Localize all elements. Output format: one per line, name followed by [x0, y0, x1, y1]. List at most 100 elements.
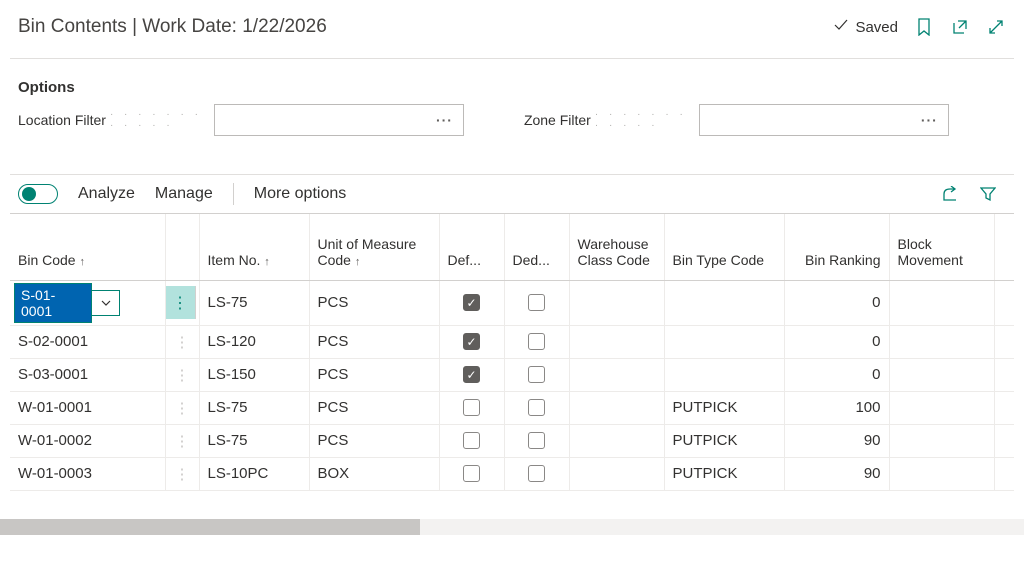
item-no-cell[interactable]: LS-120 — [199, 325, 309, 358]
warehouse-class-cell[interactable] — [569, 391, 664, 424]
checkbox[interactable] — [463, 465, 480, 482]
uom-cell[interactable]: BOX — [309, 457, 439, 490]
checkbox[interactable] — [463, 366, 480, 383]
checkbox[interactable] — [463, 432, 480, 449]
warehouse-class-cell[interactable] — [569, 424, 664, 457]
popout-icon[interactable] — [950, 17, 970, 37]
block-movement-cell[interactable] — [889, 358, 994, 391]
share-icon[interactable] — [940, 184, 960, 204]
filter-icon[interactable] — [978, 184, 998, 204]
expand-icon[interactable] — [986, 17, 1006, 37]
warehouse-class-cell[interactable] — [569, 358, 664, 391]
dedicated-checkbox[interactable] — [504, 358, 569, 391]
horizontal-scrollbar[interactable] — [0, 519, 1024, 535]
end-cell[interactable] — [994, 424, 1014, 457]
edit-toggle[interactable] — [18, 184, 58, 204]
uom-cell[interactable]: PCS — [309, 424, 439, 457]
checkbox[interactable] — [528, 366, 545, 383]
bin-type-cell[interactable]: PUTPICK — [664, 424, 784, 457]
bin-code-cell[interactable]: W-01-0003 — [10, 457, 165, 490]
bin-code-cell[interactable]: W-01-0001 — [10, 391, 165, 424]
col-uom[interactable]: Unit of Measure Code ↑ — [309, 214, 439, 280]
block-movement-cell[interactable] — [889, 457, 994, 490]
end-cell[interactable] — [994, 391, 1014, 424]
item-no-cell[interactable]: LS-150 — [199, 358, 309, 391]
default-checkbox[interactable] — [439, 424, 504, 457]
warehouse-class-cell[interactable] — [569, 457, 664, 490]
bin-type-cell[interactable] — [664, 358, 784, 391]
block-movement-cell[interactable] — [889, 280, 994, 325]
uom-cell[interactable]: PCS — [309, 358, 439, 391]
row-menu-button[interactable]: ⋮ — [166, 465, 199, 483]
bin-type-cell[interactable] — [664, 325, 784, 358]
dedicated-checkbox[interactable] — [504, 280, 569, 325]
bin-type-cell[interactable] — [664, 280, 784, 325]
default-checkbox[interactable] — [439, 325, 504, 358]
checkbox[interactable] — [528, 294, 545, 311]
warehouse-class-cell[interactable] — [569, 280, 664, 325]
col-block-movement[interactable]: Block Movement — [889, 214, 994, 280]
block-movement-cell[interactable] — [889, 391, 994, 424]
default-checkbox[interactable] — [439, 280, 504, 325]
col-default[interactable]: Def... — [439, 214, 504, 280]
row-menu-button[interactable]: ⋮ — [166, 286, 196, 319]
bin-ranking-cell[interactable]: 0 — [784, 280, 889, 325]
bin-code-cell[interactable]: W-01-0002 — [10, 424, 165, 457]
bin-type-cell[interactable]: PUTPICK — [664, 457, 784, 490]
bookmark-icon[interactable] — [914, 17, 934, 37]
table-row[interactable]: W-01-0001⋮LS-75PCSPUTPICK100 — [10, 391, 1014, 424]
scrollbar-thumb[interactable] — [0, 519, 420, 535]
uom-cell[interactable]: PCS — [309, 280, 439, 325]
dedicated-checkbox[interactable] — [504, 325, 569, 358]
table-row[interactable]: W-01-0002⋮LS-75PCS PUTPICK90 — [10, 424, 1014, 457]
manage-button[interactable]: Manage — [155, 185, 213, 203]
bin-code-input[interactable]: S-01-0001 — [14, 283, 92, 323]
bin-ranking-cell[interactable]: 100 — [784, 391, 889, 424]
item-no-cell[interactable]: LS-10PC — [199, 457, 309, 490]
location-filter-input[interactable]: ··· — [214, 104, 464, 136]
warehouse-class-cell[interactable] — [569, 325, 664, 358]
end-cell[interactable] — [994, 457, 1014, 490]
row-menu-button[interactable]: ⋮ — [166, 333, 199, 351]
item-no-cell[interactable]: LS-75 — [199, 424, 309, 457]
col-item-no[interactable]: Item No. ↑ — [199, 214, 309, 280]
bin-code-cell[interactable]: S-02-0001 — [10, 325, 165, 358]
checkbox[interactable] — [463, 294, 480, 311]
bin-type-cell[interactable]: PUTPICK — [664, 391, 784, 424]
block-movement-cell[interactable] — [889, 325, 994, 358]
dropdown-icon[interactable] — [92, 290, 120, 316]
checkbox[interactable] — [463, 333, 480, 350]
checkbox[interactable] — [528, 465, 545, 482]
bin-ranking-cell[interactable]: 90 — [784, 424, 889, 457]
table-row[interactable]: S-01-0001 ⋮LS-75PCS 0 — [10, 280, 1014, 325]
default-checkbox[interactable] — [439, 358, 504, 391]
checkbox[interactable] — [463, 399, 480, 416]
uom-cell[interactable]: PCS — [309, 325, 439, 358]
checkbox[interactable] — [528, 399, 545, 416]
table-row[interactable]: S-03-0001⋮LS-150PCS0 — [10, 358, 1014, 391]
item-no-cell[interactable]: LS-75 — [199, 391, 309, 424]
dedicated-checkbox[interactable] — [504, 391, 569, 424]
table-row[interactable]: S-02-0001⋮LS-120PCS 0 — [10, 325, 1014, 358]
bin-ranking-cell[interactable]: 90 — [784, 457, 889, 490]
bin-ranking-cell[interactable]: 0 — [784, 358, 889, 391]
end-cell[interactable] — [994, 358, 1014, 391]
col-warehouse-class[interactable]: Warehouse Class Code — [569, 214, 664, 280]
col-bin-type[interactable]: Bin Type Code — [664, 214, 784, 280]
end-cell[interactable] — [994, 325, 1014, 358]
analyze-button[interactable]: Analyze — [78, 185, 135, 203]
default-checkbox[interactable] — [439, 457, 504, 490]
bin-ranking-cell[interactable]: 0 — [784, 325, 889, 358]
row-menu-button[interactable]: ⋮ — [166, 432, 199, 450]
checkbox[interactable] — [528, 333, 545, 350]
col-bin-ranking[interactable]: Bin Ranking — [784, 214, 889, 280]
row-menu-button[interactable]: ⋮ — [166, 399, 199, 417]
col-dedicated[interactable]: Ded... — [504, 214, 569, 280]
bin-code-cell[interactable]: S-03-0001 — [10, 358, 165, 391]
more-options-button[interactable]: More options — [254, 185, 347, 203]
block-movement-cell[interactable] — [889, 424, 994, 457]
col-bin-code[interactable]: Bin Code ↑ — [10, 214, 165, 280]
item-no-cell[interactable]: LS-75 — [199, 280, 309, 325]
checkbox[interactable] — [528, 432, 545, 449]
dedicated-checkbox[interactable] — [504, 424, 569, 457]
